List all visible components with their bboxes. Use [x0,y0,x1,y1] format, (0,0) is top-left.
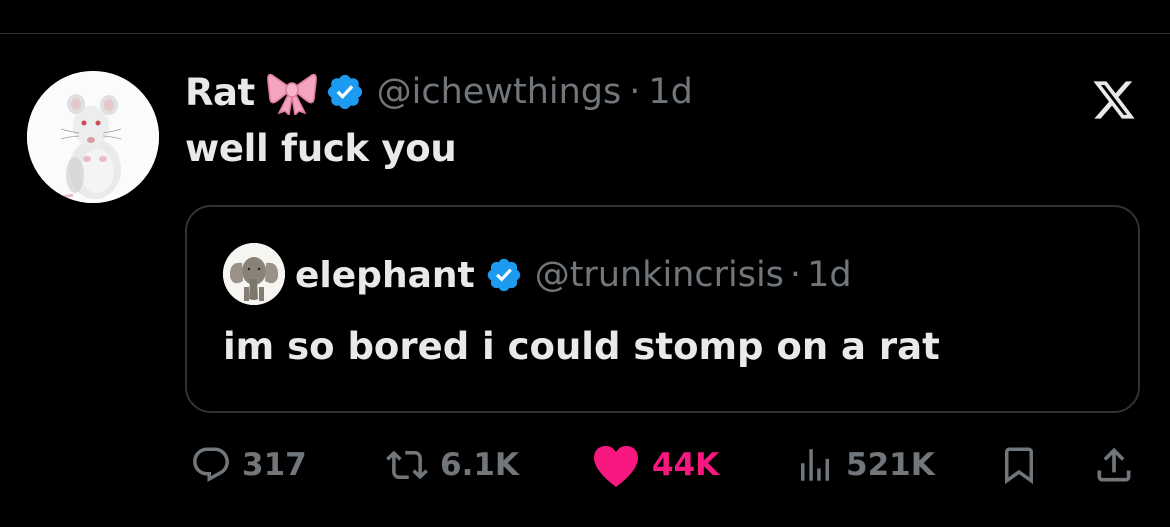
x-logo-icon[interactable] [1090,79,1138,121]
quoted-author-handle[interactable]: @trunkincrisis [535,255,784,295]
bookmark-icon [998,443,1040,487]
author-handle[interactable]: @ichewthings [377,72,622,112]
views-count: 521K [846,447,935,483]
quoted-author-avatar [223,243,285,305]
reply-button[interactable]: 317 [190,437,307,493]
quoted-tweet-header: elephant @trunkincrisis · 1d [295,247,852,303]
tweet-text: well fuck you [185,127,457,170]
like-button[interactable]: 44K [590,437,719,493]
quoted-tweet-card[interactable]: elephant @trunkincrisis · 1d im so bored… [185,205,1140,413]
reply-icon [190,444,232,486]
share-icon [1092,443,1136,487]
like-icon [590,442,642,488]
top-divider [0,33,1170,34]
separator-dot: · [789,255,802,295]
author-name[interactable]: Rat [185,71,255,114]
tweet-header: Rat @ichewthings · 1d [185,66,693,118]
views-button[interactable]: 521K [794,437,935,493]
quoted-tweet-text: im so bored i could stomp on a rat [223,325,940,368]
views-icon [794,444,836,486]
reply-count: 317 [242,447,307,483]
repost-button[interactable]: 6.1K [384,437,519,493]
tweet-timestamp[interactable]: 1d [648,72,693,112]
author-avatar[interactable] [27,71,159,203]
like-count: 44K [652,447,720,483]
verified-badge-icon [485,256,523,294]
quoted-author-name[interactable]: elephant [295,255,475,296]
quoted-timestamp[interactable]: 1d [807,255,852,295]
share-button[interactable] [1092,437,1136,493]
verified-badge-icon [325,72,365,112]
separator-dot: · [629,72,641,112]
repost-icon [384,444,430,486]
repost-count: 6.1K [440,447,519,483]
bow-emoji-icon [266,69,317,117]
bookmark-button[interactable] [998,437,1040,493]
